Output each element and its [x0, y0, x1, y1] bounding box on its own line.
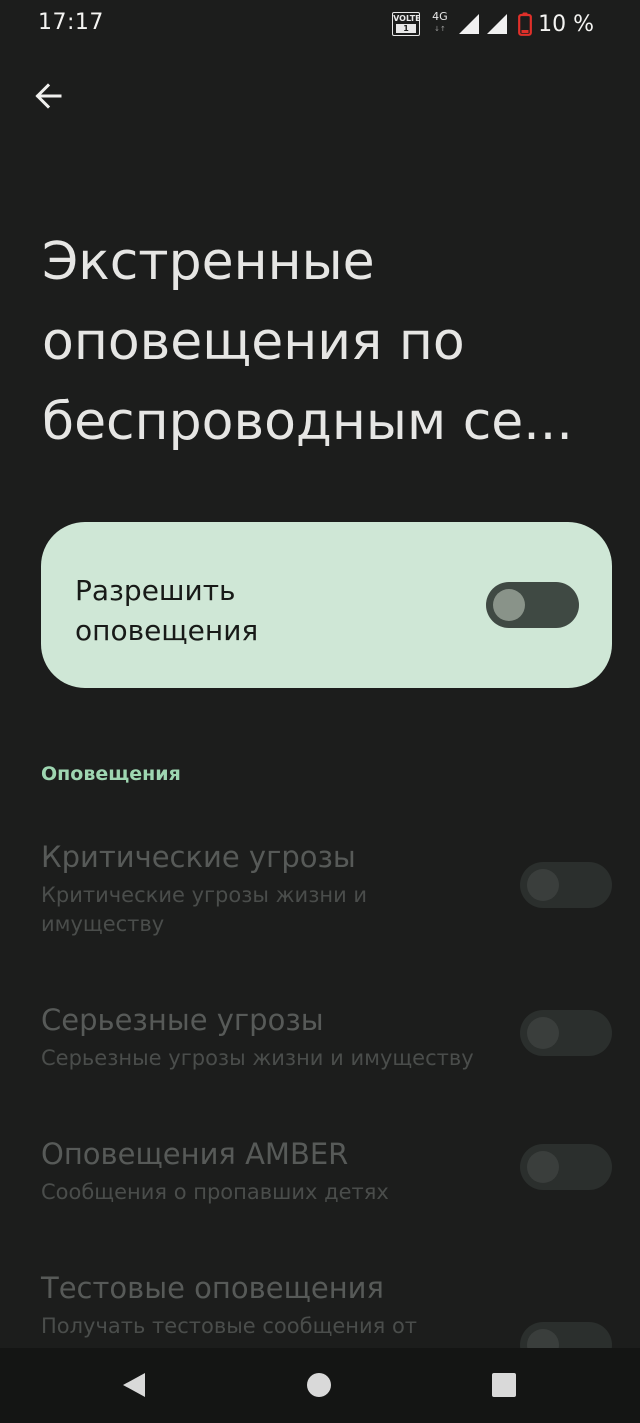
triangle-back-icon — [123, 1373, 145, 1397]
switch-thumb — [527, 1017, 559, 1049]
page-title: Экстренные оповещения по беспроводным се… — [42, 232, 573, 452]
volte-icon: VOLTE 1 — [392, 12, 421, 36]
volte-sim-number: 1 — [396, 24, 417, 33]
alert-item-title: Критические угрозы — [41, 840, 356, 874]
arrow-left-icon — [35, 83, 62, 109]
severe-threats-switch[interactable] — [520, 1010, 612, 1056]
switch-thumb — [527, 869, 559, 901]
back-button[interactable] — [22, 70, 74, 122]
volte-label: VOLTE — [393, 14, 421, 23]
allow-alerts-label: Разрешить оповещения — [75, 574, 259, 647]
network-type-icon: 4G ↓↑ — [432, 11, 452, 37]
screen: 17:17 VOLTE 1 4G ↓↑ 10 % Экстренные опов… — [0, 0, 640, 1423]
allow-alerts-switch[interactable] — [486, 582, 579, 628]
alert-item-summary: Сообщения о пропавших детях — [41, 1180, 389, 1204]
status-icons: VOLTE 1 4G ↓↑ 10 % — [392, 11, 594, 37]
signal-strength-icon-2 — [487, 14, 508, 34]
switch-thumb — [527, 1151, 559, 1183]
nav-home-button[interactable] — [291, 1360, 347, 1410]
switch-thumb — [493, 589, 525, 621]
alert-item-summary: Получать тестовые сообщения от — [41, 1314, 418, 1338]
battery-percentage: 10 % — [538, 11, 594, 37]
status-bar: 17:17 VOLTE 1 4G ↓↑ 10 % — [0, 0, 640, 48]
switch-thumb — [527, 1329, 559, 1348]
battery-low-icon — [518, 12, 532, 36]
nav-back-button[interactable] — [106, 1360, 162, 1410]
alert-item-title: Оповещения AMBER — [41, 1137, 349, 1171]
data-activity-icon: ↓↑ — [434, 25, 446, 33]
alert-item-title: Серьезные угрозы — [41, 1003, 324, 1037]
alert-item-test-alerts[interactable]: Тестовые оповещения Получать тестовые со… — [0, 1269, 640, 1348]
allow-alerts-card[interactable]: Разрешить оповещения — [41, 522, 612, 688]
nav-recents-button[interactable] — [476, 1360, 532, 1410]
status-time: 17:17 — [38, 10, 104, 35]
alert-item-amber[interactable]: Оповещения AMBER Сообщения о пропавших д… — [0, 1135, 640, 1215]
amber-alerts-switch[interactable] — [520, 1144, 612, 1190]
alert-item-title: Тестовые оповещения — [41, 1271, 384, 1305]
test-alerts-switch[interactable] — [520, 1322, 612, 1348]
circle-home-icon — [307, 1373, 331, 1397]
alert-item-summary: Серьезные угрозы жизни и имуществу — [41, 1046, 474, 1070]
navigation-bar — [0, 1348, 640, 1423]
section-header-alerts: Оповещения — [41, 763, 181, 785]
square-recents-icon — [492, 1373, 516, 1397]
alert-item-extreme-threats[interactable]: Критические угрозы Критические угрозы жи… — [0, 838, 640, 948]
extreme-threats-switch[interactable] — [520, 862, 612, 908]
network-type-label: 4G — [432, 10, 448, 23]
signal-strength-icon — [459, 14, 480, 34]
alert-item-summary: Критические угрозы жизни и имуществу — [41, 883, 368, 936]
alert-item-severe-threats[interactable]: Серьезные угрозы Серьезные угрозы жизни … — [0, 1001, 640, 1081]
